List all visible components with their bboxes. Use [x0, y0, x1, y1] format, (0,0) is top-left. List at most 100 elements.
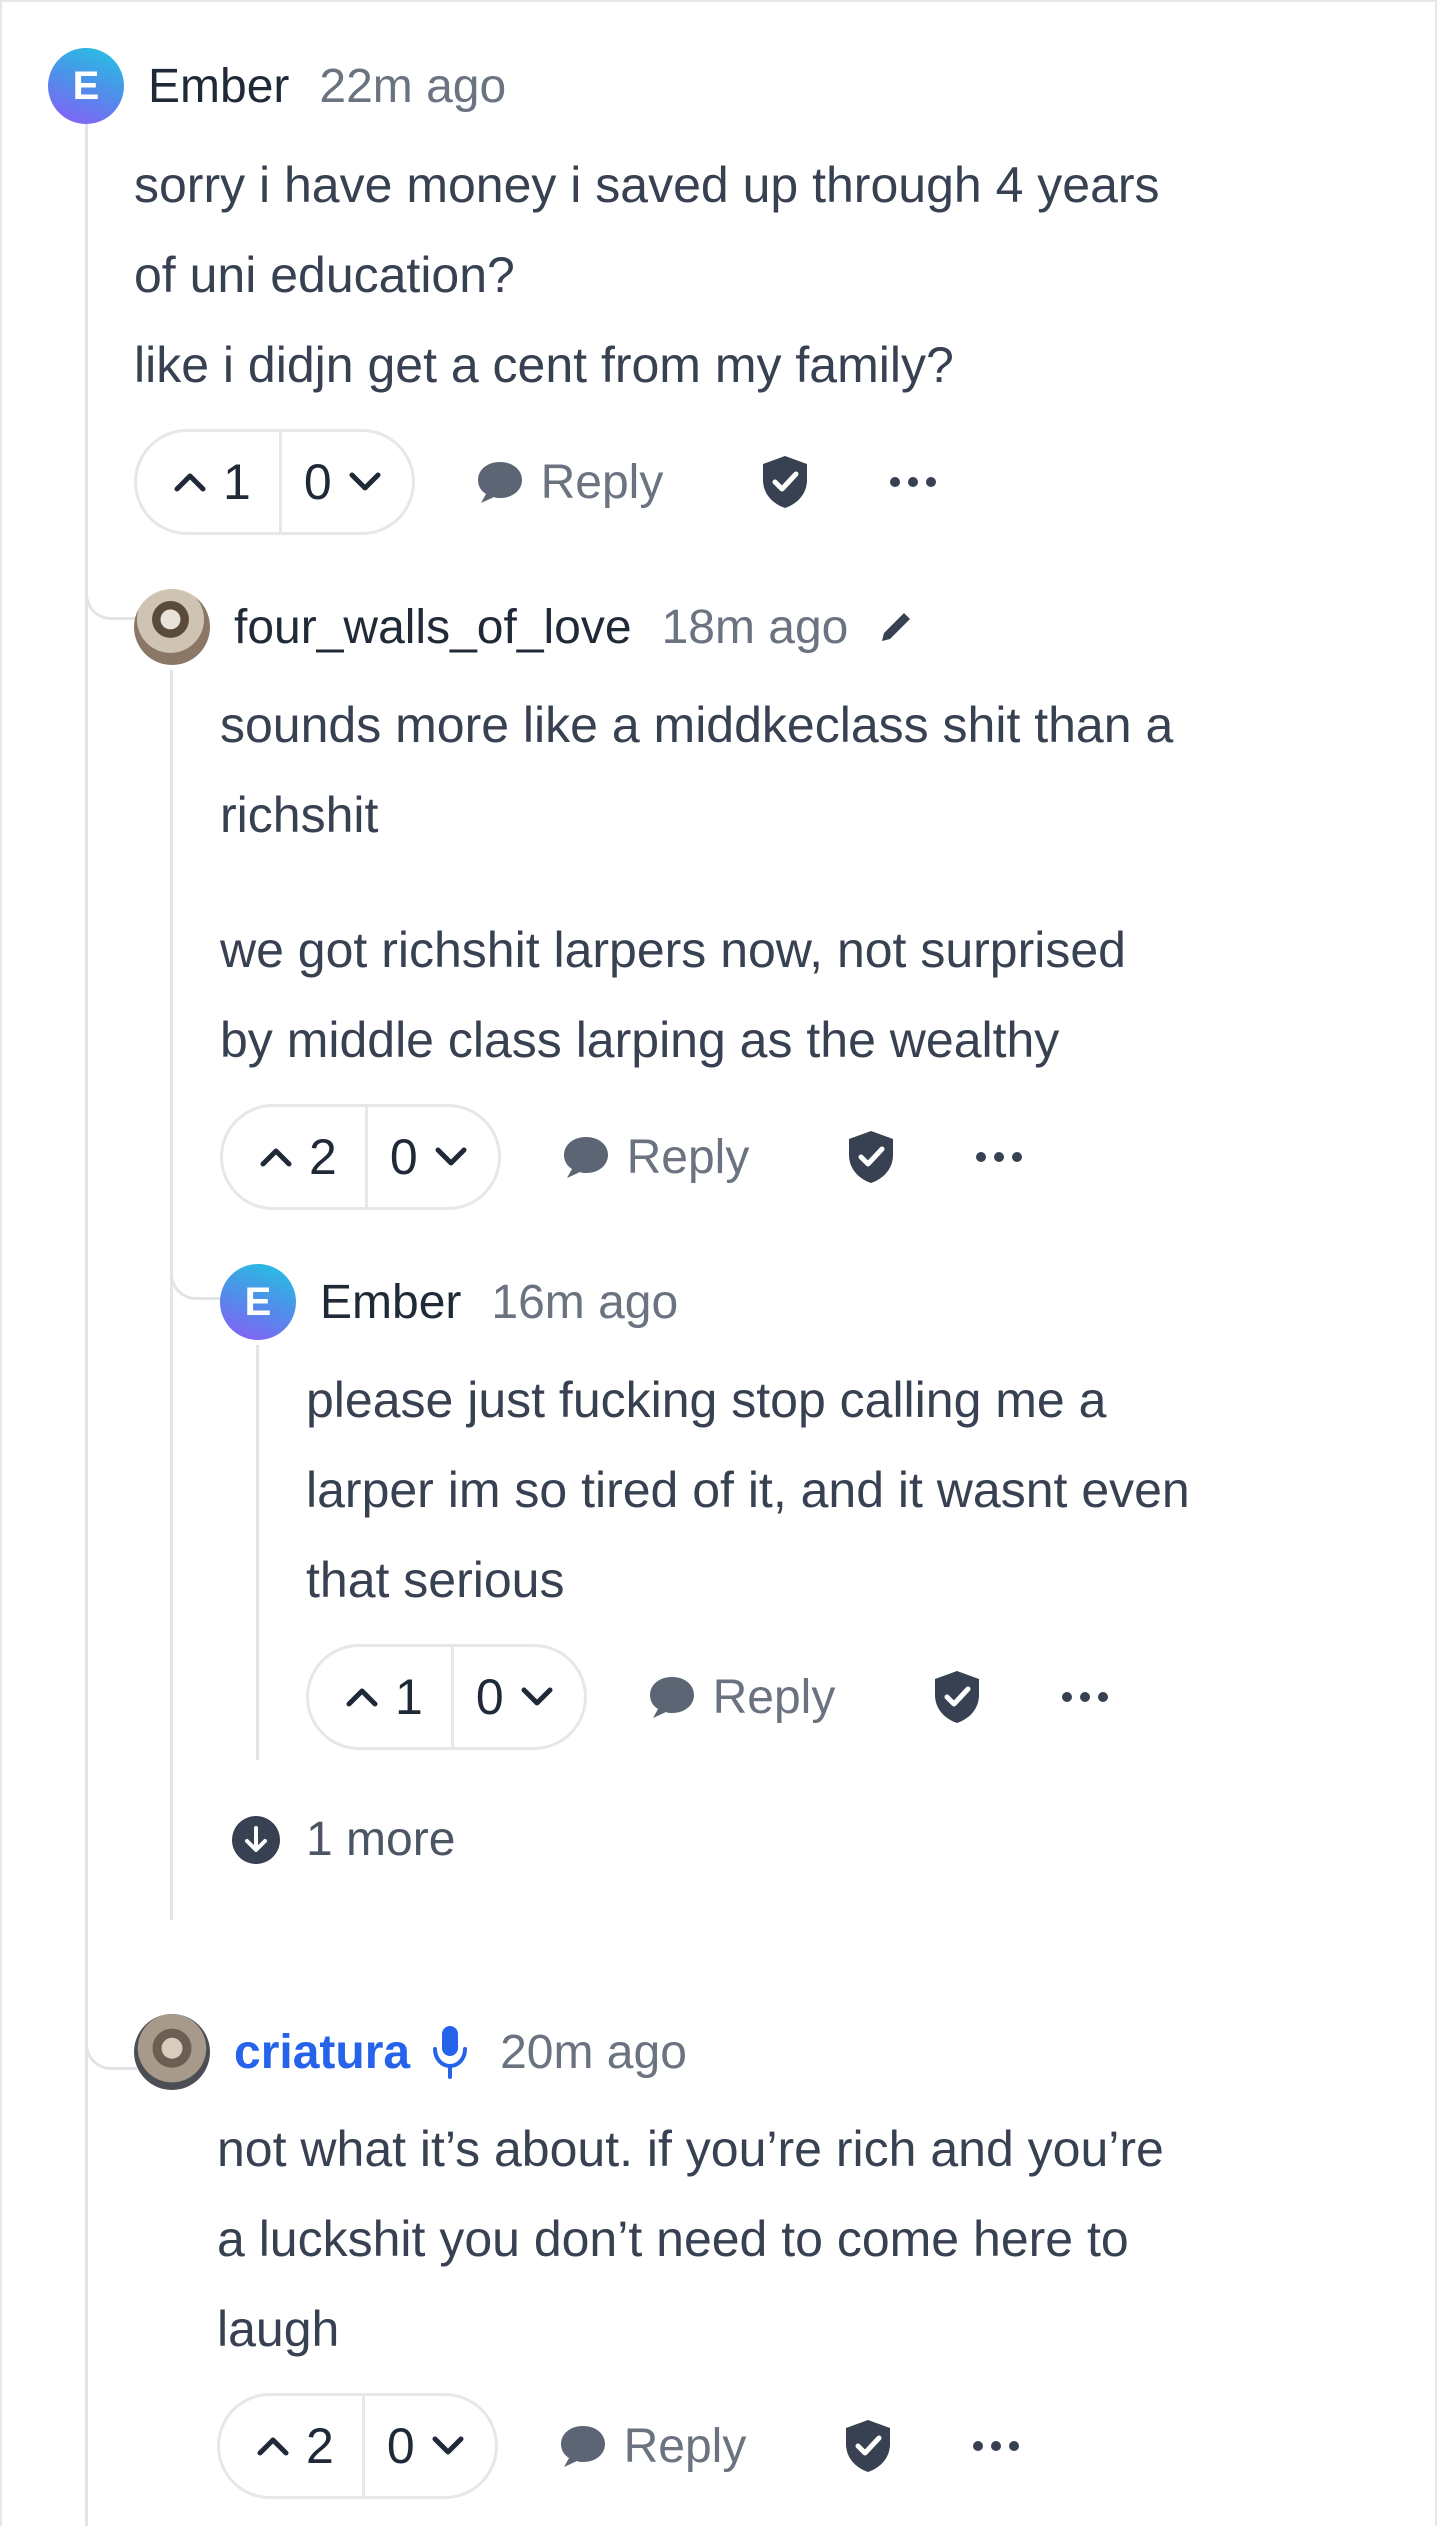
comment-line: like i didjn get a cent from my family? [134, 337, 954, 393]
arrow-down-circle-icon [232, 1815, 280, 1864]
reply-button[interactable]: Reply [558, 2419, 747, 2474]
downvote-button[interactable]: 0 [450, 1647, 584, 1747]
comment-line: we got richshit larpers now, not surpris… [220, 922, 1126, 978]
comment-header: four_walls_of_love 18m ago [134, 589, 918, 665]
speech-bubble-icon [477, 462, 522, 503]
chevron-up-icon [257, 2437, 289, 2456]
comment-actions: 2 0 Reply [220, 1104, 1023, 1210]
upvote-count: 2 [306, 2418, 334, 2474]
comment-line: of uni education? [134, 247, 515, 303]
comment-line: please just fucking stop calling me a [306, 1372, 1107, 1428]
ellipsis-icon [973, 2441, 1020, 2451]
upvote-count: 1 [395, 1669, 423, 1725]
reply-button[interactable]: Reply [475, 455, 663, 510]
shield-check-icon [846, 2420, 891, 2472]
timestamp[interactable]: 22m ago [319, 59, 506, 114]
ellipsis-icon [976, 1152, 1023, 1162]
vote-control: 1 0 [134, 429, 415, 535]
reply-label: Reply [623, 2419, 747, 2473]
comment-line: by middle class larping as the wealthy [220, 1012, 1060, 1068]
comment-body: please just fucking stop calling me a la… [306, 1355, 1190, 1625]
reply-label: Reply [626, 1130, 750, 1184]
comment-actions: 1 0 Reply [134, 429, 937, 535]
comment-actions: 1 0 Reply [306, 1644, 1109, 1750]
speech-bubble-icon [649, 1677, 694, 1718]
comment-line: richshit [220, 787, 379, 843]
comment-header: E Ember 22m ago [48, 48, 506, 124]
chevron-up-icon [260, 1148, 292, 1167]
avatar[interactable]: E [48, 48, 124, 124]
speech-bubble-icon [560, 2426, 605, 2467]
author-name[interactable]: Ember [320, 1275, 461, 1330]
comment-line: that serious [306, 1552, 565, 1608]
timestamp[interactable]: 16m ago [491, 1275, 678, 1330]
shield-check-icon [935, 1671, 980, 1723]
author-name[interactable]: Ember [148, 59, 289, 114]
upvote-count: 2 [309, 1129, 337, 1185]
timestamp[interactable]: 20m ago [500, 2025, 687, 2080]
upvote-button[interactable]: 1 [137, 432, 279, 532]
thread-connector [85, 540, 137, 620]
comment-body: not what it’s about. if you’re rich and … [217, 2104, 1164, 2374]
downvote-count: 0 [389, 1129, 418, 1185]
downvote-count: 0 [386, 2418, 415, 2474]
thread-line[interactable] [256, 1345, 259, 1760]
author-name[interactable]: four_walls_of_love [234, 600, 632, 655]
show-more-label: 1 more [306, 1813, 456, 1866]
moderation-button[interactable] [759, 454, 811, 510]
more-options-button[interactable] [975, 1151, 1023, 1163]
reply-button[interactable]: Reply [561, 1130, 750, 1185]
thread-line[interactable] [170, 670, 173, 1920]
moderation-button[interactable] [931, 1669, 983, 1725]
comment-line: larper im so tired of it, and it wasnt e… [306, 1462, 1190, 1518]
ellipsis-icon [1062, 1692, 1109, 1702]
more-options-button[interactable] [889, 476, 937, 488]
comment-line: laugh [217, 2301, 340, 2357]
microphone-icon [430, 2023, 470, 2081]
downvote-button[interactable]: 0 [364, 1107, 498, 1207]
chevron-down-icon [432, 2436, 464, 2455]
downvote-count: 0 [475, 1669, 504, 1725]
upvote-button[interactable]: 1 [309, 1647, 451, 1747]
avatar[interactable] [134, 589, 210, 665]
author-name[interactable]: criatura [234, 2025, 410, 2080]
ellipsis-icon [890, 477, 937, 487]
comment-line: sounds more like a middkeclass shit than… [220, 697, 1174, 753]
upvote-count: 1 [223, 454, 251, 510]
comment-header: E Ember 16m ago [220, 1264, 678, 1340]
chevron-down-icon [349, 472, 381, 491]
comment-body: sounds more like a middkeclass shit than… [220, 680, 1173, 1085]
comment-header: criatura 20m ago [134, 2014, 687, 2090]
more-options-button[interactable] [972, 2440, 1020, 2452]
upvote-button[interactable]: 2 [223, 1107, 365, 1207]
chevron-up-icon [174, 473, 206, 492]
speech-bubble-icon [563, 1137, 608, 1178]
thread-connector [85, 1990, 137, 2070]
avatar[interactable] [134, 2014, 210, 2090]
timestamp[interactable]: 18m ago [662, 600, 849, 655]
downvote-button[interactable]: 0 [278, 432, 412, 532]
downvote-button[interactable]: 0 [361, 2396, 495, 2496]
vote-control: 2 0 [220, 1104, 501, 1210]
moderation-button[interactable] [842, 2418, 894, 2474]
chevron-down-icon [521, 1687, 553, 1706]
show-more-replies-button[interactable]: 1 more [232, 1812, 455, 1867]
thread-line[interactable] [85, 120, 88, 2526]
vote-control: 1 0 [306, 1644, 587, 1750]
upvote-button[interactable]: 2 [220, 2396, 362, 2496]
thread-connector [170, 1220, 222, 1300]
avatar[interactable]: E [220, 1264, 296, 1340]
pencil-icon [874, 605, 918, 649]
shield-check-icon [849, 1131, 894, 1183]
downvote-count: 0 [303, 454, 332, 510]
reply-button[interactable]: Reply [647, 1670, 836, 1725]
moderation-button[interactable] [845, 1129, 897, 1185]
chevron-down-icon [435, 1147, 467, 1166]
shield-check-icon [763, 456, 808, 508]
vote-control: 2 0 [217, 2393, 498, 2499]
chevron-up-icon [346, 1688, 378, 1707]
comment-line: not what it’s about. if you’re rich and … [217, 2121, 1164, 2177]
comment-line: a luckshit you don’t need to come here t… [217, 2211, 1129, 2267]
reply-label: Reply [712, 1670, 836, 1724]
more-options-button[interactable] [1061, 1691, 1109, 1703]
